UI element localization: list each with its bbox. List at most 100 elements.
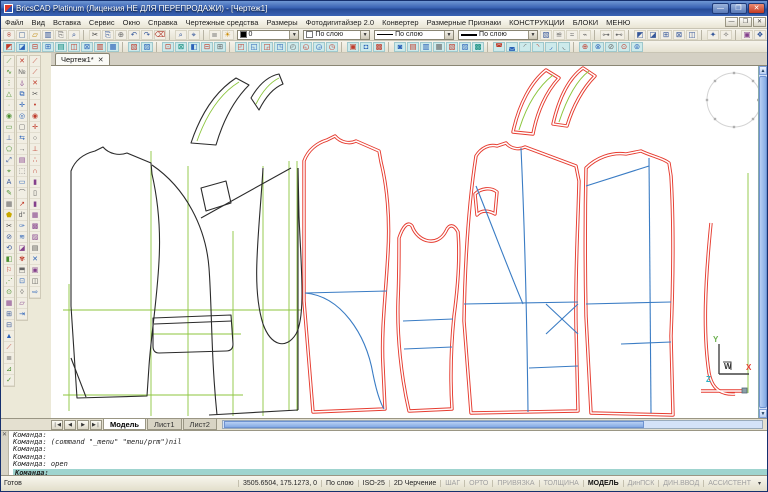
- mdi-minimize-button[interactable]: —: [725, 17, 738, 27]
- pattern-tool-icon[interactable]: ▤: [407, 42, 419, 52]
- draw-tool-icon[interactable]: ✕: [17, 56, 27, 67]
- draw-tool-icon[interactable]: ∴: [30, 155, 40, 166]
- draw-tool-icon[interactable]: ⬠: [4, 144, 14, 155]
- color-combo[interactable]: По слою ▼: [303, 30, 370, 40]
- last-sheet-icon[interactable]: ▶❘: [90, 420, 102, 430]
- sheet-tab-лист1[interactable]: Лист1: [147, 419, 181, 430]
- status-toggle-орто[interactable]: ОРТО: [464, 480, 492, 487]
- pattern-tool-icon[interactable]: ◧: [188, 42, 200, 52]
- edit-tool-icon[interactable]: ✂: [89, 30, 101, 40]
- pattern-tool-icon[interactable]: ▣: [347, 42, 359, 52]
- pattern-tool-icon[interactable]: ⊘: [605, 42, 617, 52]
- draw-tool-icon[interactable]: ✂: [30, 89, 40, 100]
- toolbar-icon[interactable]: ▣: [741, 30, 753, 40]
- draw-tool-icon[interactable]: ▣: [30, 265, 40, 276]
- pattern-tool-icon[interactable]: ⊠: [81, 42, 93, 52]
- pattern-tool-icon[interactable]: ⊞: [42, 42, 54, 52]
- maximize-button[interactable]: ❐: [730, 3, 747, 14]
- draw-tool-icon[interactable]: ↗: [17, 199, 27, 210]
- draw-tool-icon[interactable]: ⊘: [4, 232, 14, 243]
- sheet-tab-лист2[interactable]: Лист2: [183, 419, 217, 430]
- draw-tool-icon[interactable]: ✾: [17, 254, 27, 265]
- menu-меню[interactable]: МЕНЮ: [602, 18, 634, 27]
- pattern-tool-icon[interactable]: ◶: [313, 42, 325, 52]
- pattern-tool-icon[interactable]: ▦: [433, 42, 445, 52]
- edit-tool-icon[interactable]: ↶: [128, 30, 140, 40]
- zoom-tool-icon[interactable]: ⌖: [188, 30, 200, 40]
- draw-tool-icon[interactable]: A: [4, 177, 14, 188]
- status-toggle-динпск[interactable]: ДинПСК: [623, 480, 659, 487]
- draw-tool-icon[interactable]: ⚐: [4, 265, 14, 276]
- draw-tool-icon[interactable]: ⬚: [17, 166, 27, 177]
- draw-tool-icon[interactable]: ·: [4, 100, 14, 111]
- pattern-tool-icon[interactable]: ◘: [360, 42, 372, 52]
- pattern-tool-icon[interactable]: ▧: [128, 42, 140, 52]
- draw-tool-icon[interactable]: ◉: [30, 111, 40, 122]
- draw-tool-icon[interactable]: ▢: [17, 122, 27, 133]
- scrollbar-thumb[interactable]: [224, 421, 644, 428]
- next-sheet-icon[interactable]: ▶: [77, 420, 89, 430]
- draw-tool-icon[interactable]: ⊙: [4, 287, 14, 298]
- toolbar-icon[interactable]: ⊠: [673, 30, 685, 40]
- close-button[interactable]: ✕: [748, 3, 765, 14]
- pattern-tool-icon[interactable]: ◳: [274, 42, 286, 52]
- chevron-down-icon[interactable]: ▼: [528, 31, 537, 39]
- pattern-tool-icon[interactable]: ▩: [373, 42, 385, 52]
- pattern-tool-icon[interactable]: ⊕: [579, 42, 591, 52]
- pattern-tool-icon[interactable]: ▦: [107, 42, 119, 52]
- file-tool-icon[interactable]: ▥: [42, 30, 54, 40]
- draw-tool-icon[interactable]: ⟋: [4, 56, 14, 67]
- pattern-tool-icon[interactable]: ◜: [519, 42, 531, 52]
- close-icon[interactable]: ✕: [2, 432, 7, 438]
- menu-фотодигитайзер-2-0[interactable]: Фотодигитайзер 2.0: [302, 18, 378, 27]
- mdi-restore-button[interactable]: ❐: [739, 17, 752, 27]
- pattern-tool-icon[interactable]: ⊙: [618, 42, 630, 52]
- toolbar-icon[interactable]: ◩: [634, 30, 646, 40]
- pattern-tool-icon[interactable]: ◰: [235, 42, 247, 52]
- pattern-tool-icon[interactable]: ▥: [420, 42, 432, 52]
- draw-tool-icon[interactable]: ✕: [30, 254, 40, 265]
- draw-tool-icon[interactable]: ◫: [30, 276, 40, 287]
- draw-tool-icon[interactable]: ▭: [17, 177, 27, 188]
- prev-sheet-icon[interactable]: ◀: [64, 420, 76, 430]
- status-bylayer[interactable]: По слою: [321, 480, 358, 487]
- menu-окно[interactable]: Окно: [119, 18, 144, 27]
- draw-tool-icon[interactable]: ⊥: [4, 133, 14, 144]
- toolbar-icon[interactable]: ✧: [720, 30, 732, 40]
- draw-tool-icon[interactable]: ∿: [4, 67, 14, 78]
- draw-tool-icon[interactable]: ▦: [30, 210, 40, 221]
- draw-tool-icon[interactable]: ◊: [17, 287, 27, 298]
- draw-tool-icon[interactable]: ▮: [30, 177, 40, 188]
- draw-tool-icon[interactable]: d°: [17, 210, 27, 221]
- draw-tool-icon[interactable]: ✓: [4, 375, 14, 386]
- draw-tool-icon[interactable]: ⍙: [17, 78, 27, 89]
- menu-справка[interactable]: Справка: [144, 18, 181, 27]
- draw-tool-icon[interactable]: ✛: [30, 122, 40, 133]
- status-toggle-дин.ввод[interactable]: ДИН.ВВОД: [658, 480, 703, 487]
- draw-tool-icon[interactable]: ≣: [4, 353, 14, 364]
- horizontal-scrollbar[interactable]: [222, 420, 763, 429]
- menu-сервис[interactable]: Сервис: [85, 18, 119, 27]
- pattern-tool-icon[interactable]: ◩: [3, 42, 15, 52]
- draw-tool-icon[interactable]: ✑: [17, 221, 27, 232]
- pattern-tool-icon[interactable]: ◪: [16, 42, 28, 52]
- vertical-scrollbar[interactable]: ▲ ▼: [758, 66, 767, 418]
- status-toggle-привязка[interactable]: ПРИВЯЗКА: [492, 480, 538, 487]
- draw-tool-icon[interactable]: ⟋: [4, 342, 14, 353]
- draw-tool-icon[interactable]: ⟋: [30, 56, 40, 67]
- status-toggle-толщина[interactable]: ТОЛЩИНА: [539, 480, 583, 487]
- draw-tool-icon[interactable]: ⊿: [4, 364, 14, 375]
- draw-tool-icon[interactable]: ◎: [17, 111, 27, 122]
- chevron-down-icon[interactable]: ▾: [755, 480, 764, 487]
- layer-tool-icon[interactable]: ☀: [222, 30, 234, 40]
- draw-tool-icon[interactable]: ◧: [4, 254, 14, 265]
- pattern-tool-icon[interactable]: ◝: [532, 42, 544, 52]
- draw-tool-icon[interactable]: •: [30, 100, 40, 111]
- file-tool-icon[interactable]: ▱: [29, 30, 41, 40]
- toolbar-icon[interactable]: ⊶: [600, 30, 612, 40]
- draw-tool-icon[interactable]: ▨: [30, 232, 40, 243]
- scroll-down-icon[interactable]: ▼: [759, 409, 767, 418]
- draw-tool-icon[interactable]: ▦: [4, 298, 14, 309]
- pattern-tool-icon[interactable]: ◫: [68, 42, 80, 52]
- draw-tool-icon[interactable]: ⧉: [17, 89, 27, 100]
